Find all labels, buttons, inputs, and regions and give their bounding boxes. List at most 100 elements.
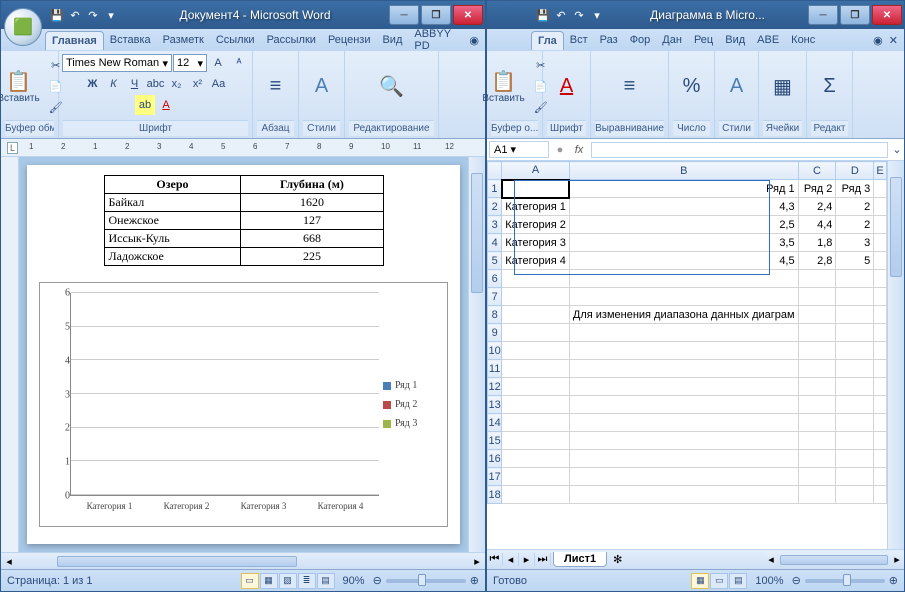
cell-E4[interactable]: [874, 234, 887, 252]
embedded-chart[interactable]: 0123456 Категория 1Категория 2Категория …: [39, 282, 448, 527]
table-cell[interactable]: Ладожское: [104, 248, 241, 266]
row-header[interactable]: 14: [488, 414, 502, 432]
legend-item[interactable]: Ряд 2: [383, 399, 443, 410]
cell-C7[interactable]: [798, 288, 836, 306]
cell-B16[interactable]: [569, 450, 798, 468]
tab-abbyy[interactable]: ABE: [751, 31, 785, 49]
horizontal-ruler[interactable]: L 12123456789101112: [1, 139, 485, 157]
spreadsheet-grid[interactable]: ABCDE1Ряд 1Ряд 2Ряд 32Категория 14,32,42…: [487, 161, 887, 504]
cell-B13[interactable]: [569, 396, 798, 414]
cell-E7[interactable]: [874, 288, 887, 306]
tab-layout[interactable]: Раз: [594, 31, 624, 49]
cell-A13[interactable]: [502, 396, 570, 414]
italic-button[interactable]: К: [104, 74, 124, 94]
cell-D16[interactable]: [836, 450, 874, 468]
cell-B12[interactable]: [569, 378, 798, 396]
cell-B3[interactable]: 2,5: [569, 216, 798, 234]
zoom-slider[interactable]: [805, 579, 885, 583]
view-draft-icon[interactable]: ▤: [317, 573, 335, 589]
column-header[interactable]: D: [836, 162, 874, 180]
cell-A5[interactable]: Категория 4: [502, 252, 570, 270]
alignment-button[interactable]: ≡: [614, 73, 646, 101]
row-header[interactable]: 2: [488, 198, 502, 216]
cell-A14[interactable]: [502, 414, 570, 432]
styles-button[interactable]: A: [721, 73, 753, 101]
paste-button[interactable]: 📋Вставить: [478, 67, 528, 106]
cell-C2[interactable]: 2,4: [798, 198, 836, 216]
cell-E13[interactable]: [874, 396, 887, 414]
change-case-icon[interactable]: Aa: [209, 74, 229, 94]
cell-D1[interactable]: Ряд 3: [836, 180, 874, 198]
view-web-icon[interactable]: ▧: [279, 573, 297, 589]
table-cell[interactable]: 225: [241, 248, 383, 266]
cell-B4[interactable]: 3,5: [569, 234, 798, 252]
strike-button[interactable]: abc: [146, 74, 166, 94]
zoom-level[interactable]: 90%: [343, 575, 365, 587]
row-header[interactable]: 12: [488, 378, 502, 396]
cell-B2[interactable]: 4,3: [569, 198, 798, 216]
cell-C5[interactable]: 2,8: [798, 252, 836, 270]
cell-E8[interactable]: [874, 306, 887, 324]
cell-A7[interactable]: [502, 288, 570, 306]
paste-button[interactable]: 📋Вставить: [0, 67, 44, 106]
lakes-table[interactable]: ОзероГлубина (м) Байкал1620 Онежское127 …: [104, 175, 384, 266]
zoom-out-button[interactable]: ⊖: [792, 574, 801, 587]
cell-C3[interactable]: 4,4: [798, 216, 836, 234]
tab-data[interactable]: Дан: [656, 31, 688, 49]
table-cell[interactable]: Онежское: [104, 212, 241, 230]
table-cell[interactable]: 668: [241, 230, 383, 248]
font-color-icon[interactable]: A: [156, 95, 176, 115]
cell-E15[interactable]: [874, 432, 887, 450]
select-all-corner[interactable]: [488, 162, 502, 180]
qat-more-icon[interactable]: ▾: [589, 7, 605, 23]
styles-button[interactable]: A: [306, 73, 338, 101]
child-close-icon[interactable]: ✕: [889, 34, 898, 47]
legend-item[interactable]: Ряд 3: [383, 418, 443, 429]
cell-C17[interactable]: [798, 468, 836, 486]
shrink-font-icon[interactable]: ᴬ: [229, 53, 249, 73]
font-size-combo[interactable]: 12▾: [173, 54, 207, 72]
tab-home[interactable]: Главная: [45, 31, 104, 50]
cell-C6[interactable]: [798, 270, 836, 288]
cell-E11[interactable]: [874, 360, 887, 378]
cell-D8[interactable]: [836, 306, 874, 324]
cell-D10[interactable]: [836, 342, 874, 360]
last-sheet-icon[interactable]: ⏭: [535, 553, 551, 566]
qat-save-icon[interactable]: 💾: [535, 7, 551, 23]
tab-review[interactable]: Рец: [688, 31, 719, 49]
tab-view[interactable]: Вид: [376, 31, 408, 49]
cell-C13[interactable]: [798, 396, 836, 414]
office-button[interactable]: 🟩: [4, 8, 42, 46]
cell-C12[interactable]: [798, 378, 836, 396]
cell-B14[interactable]: [569, 414, 798, 432]
cell-A1[interactable]: [502, 180, 570, 198]
cell-C15[interactable]: [798, 432, 836, 450]
editing-button[interactable]: Σ: [814, 73, 846, 101]
vertical-scrollbar[interactable]: [887, 161, 904, 549]
cell-D5[interactable]: 5: [836, 252, 874, 270]
bold-button[interactable]: Ж: [83, 74, 103, 94]
zoom-out-button[interactable]: ⊖: [373, 574, 382, 587]
row-header[interactable]: 3: [488, 216, 502, 234]
view-print-layout-icon[interactable]: ▭: [241, 573, 259, 589]
close-button[interactable]: ✕: [453, 5, 483, 25]
new-sheet-icon[interactable]: ✻: [613, 553, 622, 566]
tab-review[interactable]: Рецензи: [322, 31, 377, 49]
column-header[interactable]: C: [798, 162, 836, 180]
legend-item[interactable]: Ряд 1: [383, 380, 443, 391]
view-page-layout-icon[interactable]: ▭: [710, 573, 728, 589]
cell-E12[interactable]: [874, 378, 887, 396]
cell-A4[interactable]: Категория 3: [502, 234, 570, 252]
tab-insert[interactable]: Вст: [564, 31, 594, 49]
cell-A16[interactable]: [502, 450, 570, 468]
cell-D13[interactable]: [836, 396, 874, 414]
highlight-icon[interactable]: ab: [135, 95, 155, 115]
cell-C16[interactable]: [798, 450, 836, 468]
cell-B9[interactable]: [569, 324, 798, 342]
name-box[interactable]: A1 ▾: [489, 141, 549, 158]
formula-input[interactable]: [591, 142, 888, 158]
cell-D18[interactable]: [836, 486, 874, 504]
table-cell[interactable]: Иссык-Куль: [104, 230, 241, 248]
maximize-button[interactable]: ❐: [421, 5, 451, 25]
paragraph-button[interactable]: ≡: [260, 73, 292, 101]
